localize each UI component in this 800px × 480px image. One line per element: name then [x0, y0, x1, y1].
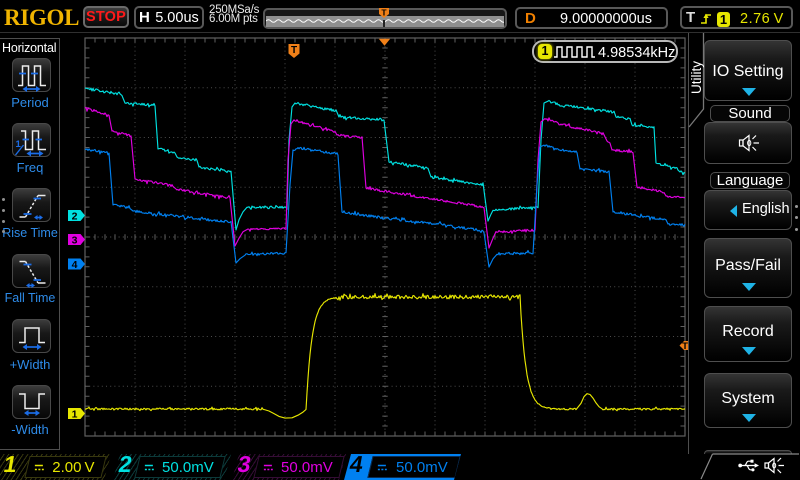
svg-text:2: 2: [72, 210, 78, 222]
svg-text:4: 4: [72, 259, 78, 271]
svg-text:3: 3: [72, 234, 78, 246]
svg-text:T: T: [291, 45, 297, 56]
svg-text:1: 1: [72, 408, 78, 420]
